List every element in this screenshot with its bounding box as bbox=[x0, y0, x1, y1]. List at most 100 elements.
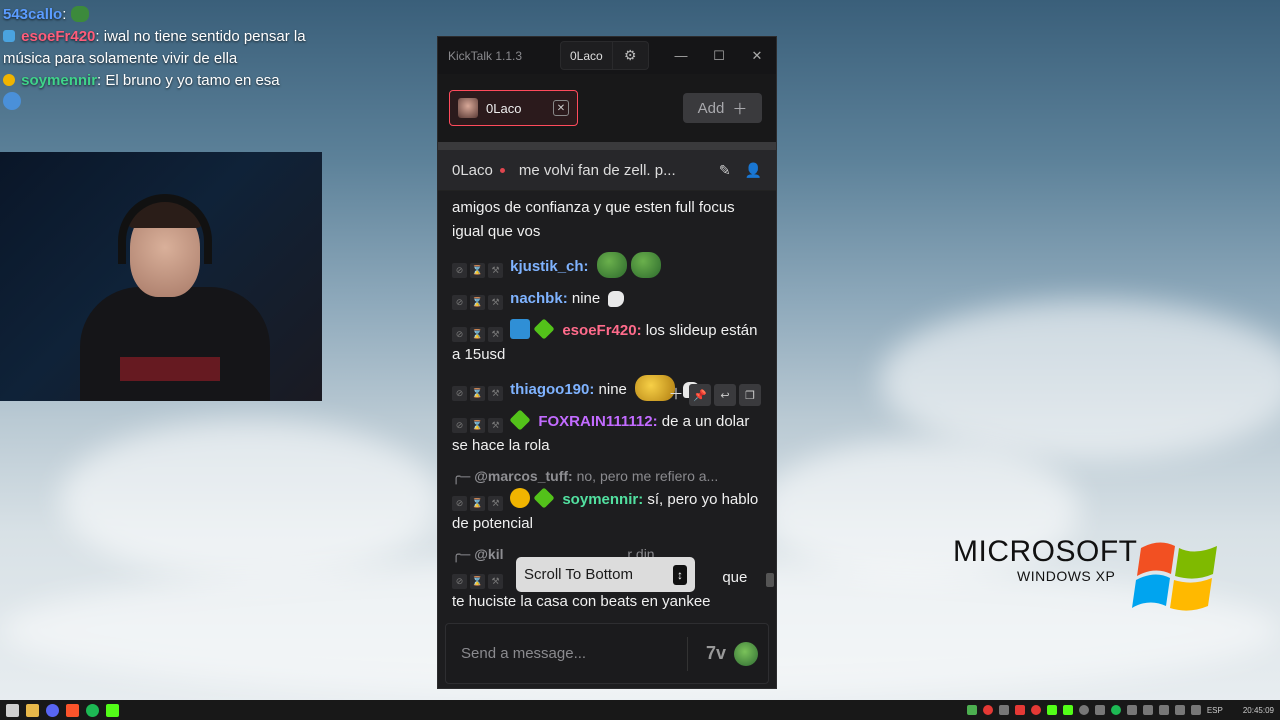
add-icon[interactable]: ＋ bbox=[666, 384, 686, 406]
brave-browser-icon[interactable] bbox=[66, 703, 79, 717]
hammer-icon[interactable]: ⚒ bbox=[488, 495, 503, 511]
timeout-icon[interactable]: ⌛ bbox=[470, 326, 485, 342]
minimize-button[interactable]: — bbox=[662, 37, 700, 74]
hammer-icon[interactable]: ⚒ bbox=[488, 262, 503, 278]
title-bar[interactable]: KickTalk 1.1.3 0Laco ⚙ — ☐ ✕ bbox=[438, 37, 776, 74]
hammer-icon[interactable]: ⚒ bbox=[488, 573, 503, 589]
timeout-icon[interactable]: ⌛ bbox=[470, 385, 485, 401]
overlay-chat-user: esoeFr420 bbox=[21, 28, 96, 45]
tray-app-icon[interactable] bbox=[998, 705, 1009, 715]
ban-icon[interactable]: ⊘ bbox=[452, 385, 467, 401]
tab-0laco[interactable]: 0Laco ✕ bbox=[449, 90, 578, 126]
maximize-button[interactable]: ☐ bbox=[700, 37, 738, 74]
chat-message[interactable]: ⊘ ⌛ ⚒ soymennir: sí, pero yo hablo de po… bbox=[452, 487, 762, 536]
timeout-icon[interactable]: ⌛ bbox=[470, 417, 485, 433]
emote-picker-icon[interactable] bbox=[734, 641, 758, 666]
user-account-button[interactable]: 0Laco bbox=[560, 41, 613, 70]
overlay-chat-user: 543callo bbox=[3, 6, 63, 23]
tray-app-icon[interactable] bbox=[1078, 705, 1089, 715]
pin-icon[interactable]: ✎ bbox=[719, 162, 731, 179]
tray-app-icon[interactable] bbox=[1030, 705, 1041, 715]
timeout-icon[interactable]: ⌛ bbox=[470, 294, 485, 310]
tab-label: 0Laco bbox=[486, 100, 522, 116]
username[interactable]: kjustik_ch bbox=[510, 258, 583, 275]
close-tab-icon[interactable]: ✕ bbox=[553, 100, 569, 116]
username[interactable]: esoeFr420 bbox=[562, 322, 636, 339]
username[interactable]: nachbk bbox=[510, 290, 563, 307]
reply-icon[interactable]: ↩ bbox=[714, 384, 736, 406]
file-explorer-icon[interactable] bbox=[26, 703, 39, 717]
pin-message-icon[interactable]: 📌 bbox=[689, 384, 711, 406]
tray-app-icon[interactable] bbox=[1094, 705, 1105, 715]
mod-actions: ⊘ ⌛ ⚒ bbox=[452, 294, 503, 310]
scroll-to-bottom-label: Scroll To Bottom bbox=[524, 566, 633, 583]
reply-preview[interactable]: ╭─ @marcos_tuff: no, pero me refiero a..… bbox=[452, 466, 762, 486]
ban-icon[interactable]: ⊘ bbox=[452, 326, 467, 342]
ban-icon[interactable]: ⊘ bbox=[452, 294, 467, 310]
taskbar-apps bbox=[6, 703, 119, 717]
tray-app-icon[interactable] bbox=[1062, 705, 1073, 715]
message-input[interactable] bbox=[461, 645, 677, 662]
chat-message[interactable]: ⊘ ⌛ ⚒ nachbk: nine bbox=[452, 287, 762, 311]
tray-app-icon[interactable] bbox=[1126, 705, 1137, 715]
username[interactable]: thiagoo190 bbox=[510, 381, 589, 398]
windows-xp-logo: MICROSOFT WINDOWS XP bbox=[953, 536, 1217, 611]
user-icon[interactable]: 👤 bbox=[745, 162, 762, 179]
webcam-feed bbox=[0, 152, 322, 401]
message-text: nine bbox=[598, 381, 627, 398]
channel-tabs: 0Laco ✕ Add ＋ bbox=[438, 74, 776, 142]
ban-icon[interactable]: ⊘ bbox=[452, 495, 467, 511]
chat-message[interactable]: ⊘ ⌛ ⚒ esoeFr420: los slideup están a 15u… bbox=[452, 318, 762, 367]
settings-gear-icon[interactable]: ⚙ bbox=[612, 41, 649, 70]
webcam-shirt-print bbox=[120, 357, 220, 381]
timeout-icon[interactable]: ⌛ bbox=[470, 262, 485, 278]
close-button[interactable]: ✕ bbox=[738, 37, 776, 74]
channel-name[interactable]: 0Laco bbox=[452, 162, 493, 179]
microphone-icon[interactable] bbox=[1142, 705, 1153, 715]
hammer-icon[interactable]: ⚒ bbox=[488, 326, 503, 342]
spotify-icon[interactable] bbox=[86, 703, 99, 717]
add-label: Add bbox=[697, 99, 725, 117]
app-title: KickTalk 1.1.3 bbox=[448, 48, 523, 63]
username[interactable]: soymennir bbox=[562, 491, 638, 508]
username[interactable]: FOXRAIN111112 bbox=[538, 413, 652, 430]
reply-arrow-icon: ╭─ bbox=[452, 546, 471, 562]
copy-icon[interactable]: ❐ bbox=[739, 384, 761, 406]
ban-icon[interactable]: ⊘ bbox=[452, 262, 467, 278]
arrows-vertical-icon: ↕ bbox=[673, 564, 687, 585]
tray-app-icon[interactable] bbox=[982, 705, 993, 715]
hammer-icon[interactable]: ⚒ bbox=[488, 294, 503, 310]
reply-username: @marcos_tuff: bbox=[474, 468, 573, 484]
tray-app-icon[interactable] bbox=[1046, 705, 1057, 715]
timeout-icon[interactable]: ⌛ bbox=[470, 495, 485, 511]
add-channel-button[interactable]: Add ＋ bbox=[683, 93, 762, 123]
hand-emote-icon bbox=[608, 291, 625, 307]
mod-actions: ⊘ ⌛ ⚒ bbox=[452, 417, 503, 433]
chat-scrollbar[interactable] bbox=[766, 573, 774, 587]
timeout-icon[interactable]: ⌛ bbox=[470, 573, 485, 589]
kick-icon[interactable] bbox=[106, 703, 119, 717]
scroll-to-bottom-button[interactable]: Scroll To Bottom ↕ bbox=[516, 557, 695, 592]
message-text: amigos de confianza y que esten full foc… bbox=[452, 199, 735, 240]
clock[interactable]: 20:45:09 bbox=[1243, 706, 1274, 715]
ban-icon[interactable]: ⊘ bbox=[452, 417, 467, 433]
tray-app-icon[interactable] bbox=[1110, 705, 1121, 715]
7tv-emotes-icon[interactable]: 7v bbox=[698, 637, 734, 671]
globe-emote-icon bbox=[3, 92, 21, 110]
chat-message[interactable]: amigos de confianza y que esten full foc… bbox=[452, 196, 762, 244]
discord-icon[interactable] bbox=[46, 703, 59, 717]
network-icon[interactable] bbox=[1174, 705, 1185, 715]
emote-icon bbox=[596, 252, 627, 278]
chat-message[interactable]: ⊘ ⌛ ⚒ kjustik_ch: bbox=[452, 252, 762, 279]
tray-app-icon[interactable] bbox=[966, 705, 977, 715]
hammer-icon[interactable]: ⚒ bbox=[488, 417, 503, 433]
start-windows-icon[interactable] bbox=[6, 703, 19, 717]
hammer-icon[interactable]: ⚒ bbox=[488, 385, 503, 401]
system-tray: ESP 20:45:09 bbox=[966, 705, 1274, 715]
tray-app-icon[interactable] bbox=[1158, 705, 1169, 715]
ban-icon[interactable]: ⊘ bbox=[452, 573, 467, 589]
tray-app-icon[interactable] bbox=[1014, 705, 1025, 715]
input-language[interactable]: ESP bbox=[1207, 706, 1223, 715]
chat-message[interactable]: ⊘ ⌛ ⚒ FOXRAIN111112: de a un dolar se ha… bbox=[452, 409, 762, 458]
volume-icon[interactable] bbox=[1190, 705, 1201, 715]
